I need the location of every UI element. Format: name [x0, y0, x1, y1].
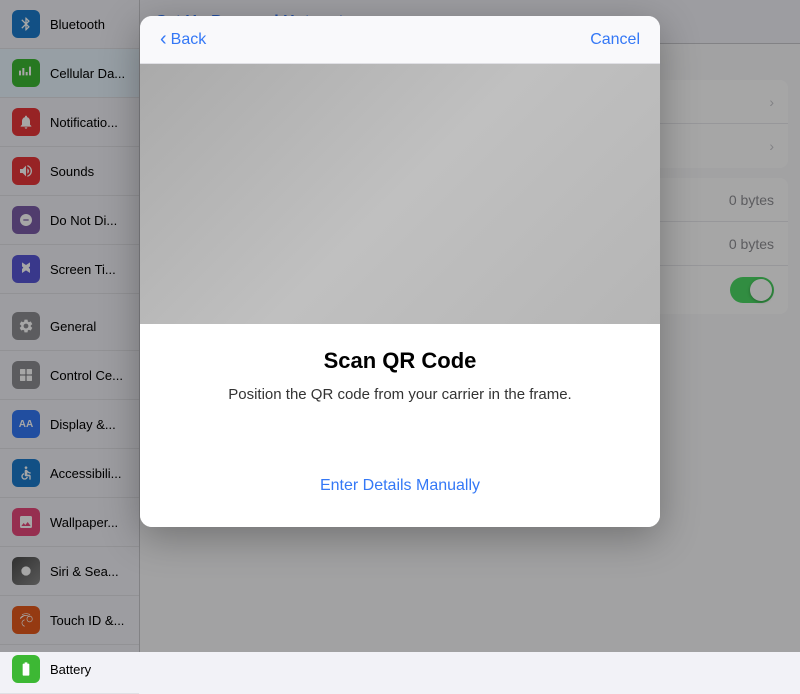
sidebar-battery-label: Battery — [50, 662, 91, 677]
modal-cancel-button[interactable]: Cancel — [590, 31, 640, 49]
battery-icon — [12, 655, 40, 683]
back-chevron-icon: ‹ — [160, 28, 167, 51]
modal-nav: ‹ Back Cancel — [140, 16, 660, 64]
qr-scan-modal: ‹ Back Cancel Scan QR Code Position the … — [140, 16, 660, 527]
camera-viewfinder — [140, 64, 660, 324]
modal-back-label: Back — [171, 31, 207, 49]
enter-manually-link[interactable]: Enter Details Manually — [172, 477, 628, 495]
modal-body: Scan QR Code Position the QR code from y… — [140, 324, 660, 527]
modal-back-button[interactable]: ‹ Back — [160, 28, 206, 51]
modal-cancel-label: Cancel — [590, 31, 640, 48]
modal-overlay: ‹ Back Cancel Scan QR Code Position the … — [0, 0, 800, 652]
modal-title: Scan QR Code — [172, 348, 628, 374]
camera-feed — [140, 64, 660, 324]
modal-description: Position the QR code from your carrier i… — [172, 384, 628, 405]
spacer — [172, 433, 628, 453]
sidebar-item-battery[interactable]: Battery — [0, 645, 139, 694]
